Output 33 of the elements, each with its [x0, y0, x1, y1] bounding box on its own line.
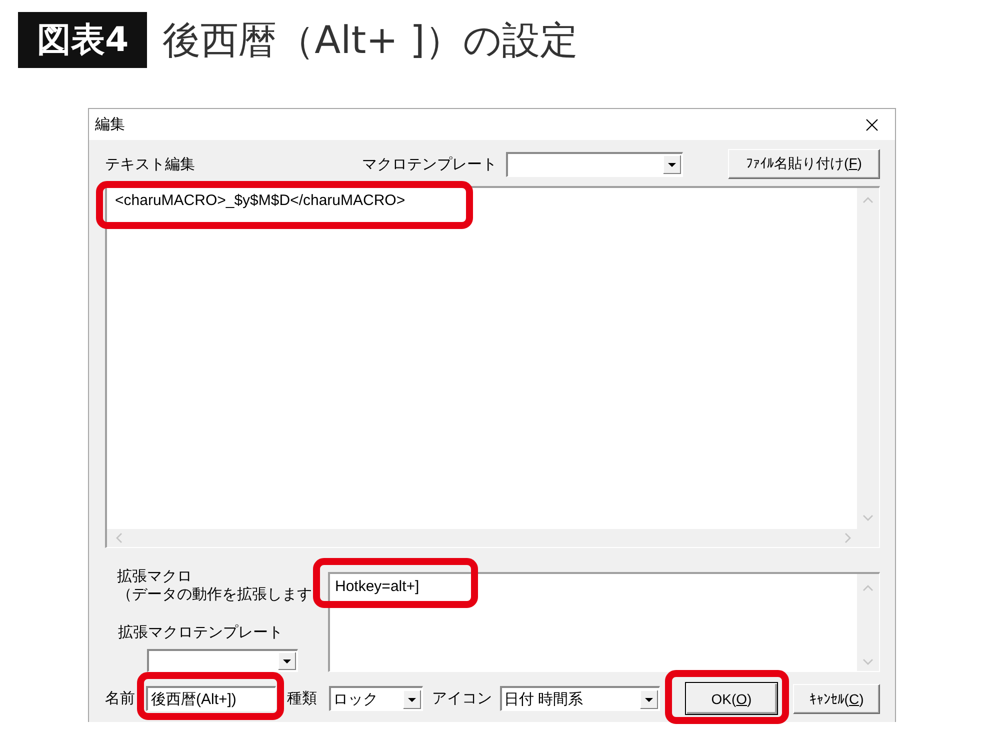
horizontal-scrollbar[interactable]: [107, 529, 879, 547]
dropdown-arrow-icon[interactable]: [663, 155, 681, 174]
dialog-button[interactable]: OK(O): [685, 682, 778, 715]
icon-dropdown[interactable]: 日付 時間系: [500, 686, 660, 711]
field-label: アイコン: [432, 689, 492, 708]
paste-file-name-button[interactable]: ﾌｧｲﾙ名貼り付け(F): [728, 149, 880, 179]
window-title: 編集: [95, 115, 125, 134]
dropdown-arrow-icon[interactable]: [278, 652, 296, 670]
chevron-up-icon[interactable]: [863, 585, 873, 591]
vertical-scrollbar[interactable]: [857, 574, 879, 671]
name-field[interactable]: 後西暦(Alt+]): [146, 686, 276, 711]
dropdown-arrow-icon[interactable]: [640, 690, 658, 708]
field-label: テキスト編集: [105, 154, 195, 174]
close-icon: [866, 118, 878, 130]
chevron-left-icon[interactable]: [116, 533, 122, 543]
field-label: （データの動作を拡張します: [117, 586, 312, 604]
text-line: Hotkey=alt+]: [335, 578, 420, 595]
field-label: 名前: [105, 689, 135, 708]
field-label: 拡張マクロ: [117, 568, 192, 586]
dialog-button[interactable]: ｷｬﾝｾﾙ(C): [793, 684, 880, 714]
chevron-down-icon[interactable]: [863, 515, 873, 521]
field-label: マクロテンプレート: [362, 154, 497, 174]
chevron-down-icon[interactable]: [863, 659, 873, 665]
chevron-right-icon[interactable]: [845, 533, 851, 543]
type-dropdown[interactable]: ロック: [329, 686, 423, 711]
text-line: <charuMACRO>_$y$M$D</charuMACRO>: [115, 192, 406, 209]
chevron-up-icon[interactable]: [863, 197, 873, 203]
dropdown-arrow-icon[interactable]: [403, 690, 421, 708]
vertical-scrollbar[interactable]: [857, 188, 879, 529]
field-label: 種類: [287, 689, 317, 708]
figure-number: 図表4: [18, 12, 147, 68]
figure-title: 後西暦（Alt+ ]）の設定: [162, 16, 578, 64]
field-label: 拡張マクロテンプレート: [118, 623, 283, 642]
